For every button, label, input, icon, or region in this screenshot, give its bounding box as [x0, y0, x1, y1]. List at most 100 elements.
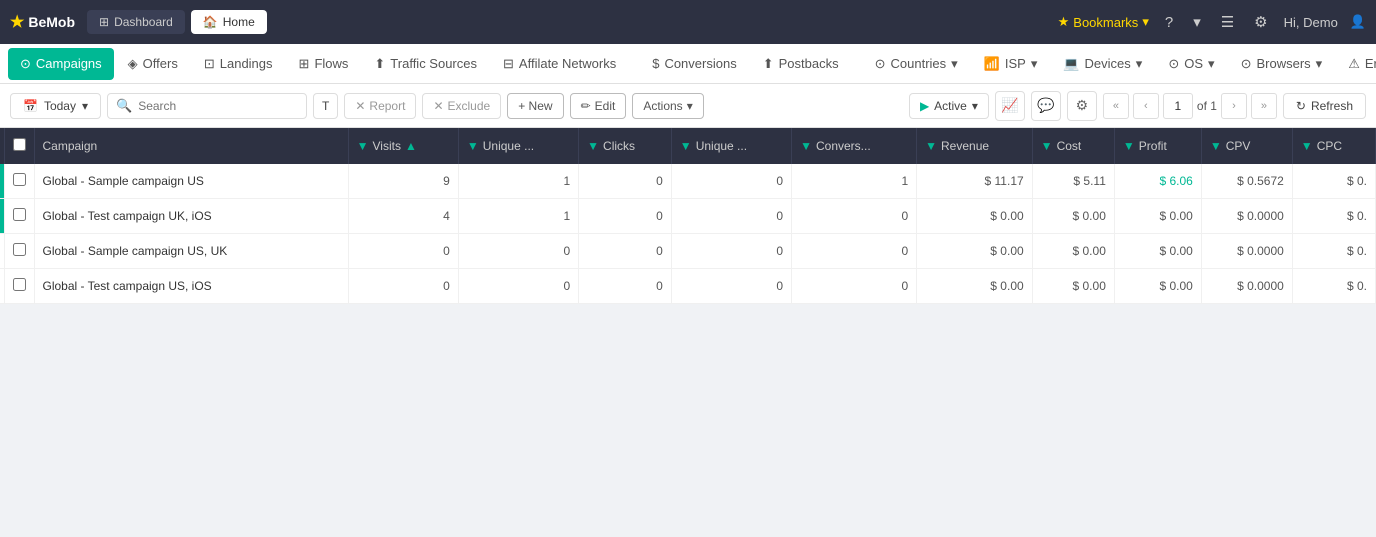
conversions-label: Conversions: [664, 56, 736, 71]
active-filter-button[interactable]: ▶ Active ▾: [909, 93, 989, 119]
cpv-cell: $ 0.0000: [1201, 199, 1292, 234]
sidebar-item-campaigns[interactable]: ⊙ Campaigns: [8, 48, 114, 80]
campaign-column-header[interactable]: Campaign: [34, 128, 348, 164]
conversions-cell: 1: [792, 164, 917, 199]
pagination: « ‹ of 1 › »: [1103, 93, 1277, 119]
toolbar: 📅 Today ▾ 🔍 T ✕ Report ✕ Exclude + New ✏…: [0, 84, 1376, 128]
clicks-column-header[interactable]: ▼ Clicks: [579, 128, 672, 164]
clicks-cell: 0: [579, 199, 672, 234]
next-page-button[interactable]: ›: [1221, 93, 1247, 119]
sidebar-item-conversions[interactable]: $ Conversions: [640, 48, 749, 79]
unique-visits-column-header[interactable]: ▼ Unique ...: [458, 128, 578, 164]
conversions-icon: $: [652, 56, 659, 71]
conversions-cell: 0: [792, 269, 917, 304]
sidebar-item-devices[interactable]: 💻 Devices ▾: [1051, 48, 1154, 80]
row-checkbox[interactable]: [13, 243, 26, 256]
clicks-cell: 0: [579, 234, 672, 269]
isp-label: ISP: [1005, 56, 1026, 71]
errors-icon: ⚠: [1348, 56, 1360, 72]
new-button[interactable]: + New: [507, 93, 563, 119]
table-row[interactable]: Global - Sample campaign US, UK00000$ 0.…: [0, 234, 1376, 269]
page-input[interactable]: [1163, 93, 1193, 119]
sidebar-item-errors[interactable]: ⚠ Errors: [1336, 48, 1376, 80]
exclude-label: Exclude: [448, 99, 491, 113]
affiliate-icon: ⊟: [503, 56, 514, 72]
menu-button[interactable]: ☰: [1217, 9, 1238, 35]
date-picker-button[interactable]: 📅 Today ▾: [10, 93, 101, 119]
visits-column-header[interactable]: ▼ Visits ▲: [348, 128, 458, 164]
report-button[interactable]: ✕ Report: [344, 93, 416, 119]
sidebar-item-traffic-sources[interactable]: ⬆ Traffic Sources: [362, 48, 489, 80]
profit-column-header[interactable]: ▼ Profit: [1114, 128, 1201, 164]
settings-columns-button[interactable]: ⚙: [1067, 91, 1097, 121]
bookmarks-button[interactable]: ★ Bookmarks ▾: [1058, 14, 1149, 30]
row-checkbox-cell[interactable]: [4, 234, 34, 269]
home-tab[interactable]: 🏠 Home: [191, 10, 267, 34]
sidebar-item-affiliate-networks[interactable]: ⊟ Affilate Networks: [491, 48, 628, 80]
cpc-column-header[interactable]: ▼ CPC: [1292, 128, 1375, 164]
help-button[interactable]: ?: [1161, 10, 1177, 35]
select-all-header[interactable]: [4, 128, 34, 164]
search-box: 🔍: [107, 93, 307, 119]
sidebar-item-os[interactable]: ⊙ OS ▾: [1156, 48, 1226, 80]
unique_visits-cell: 0: [458, 234, 578, 269]
devices-label: Devices: [1085, 56, 1131, 71]
profit-cell: $ 0.00: [1114, 234, 1201, 269]
table-row[interactable]: Global - Sample campaign US91001$ 11.17$…: [0, 164, 1376, 199]
offers-icon: ◈: [128, 56, 138, 72]
row-checkbox-cell[interactable]: [4, 164, 34, 199]
row-checkbox-cell[interactable]: [4, 199, 34, 234]
sidebar-item-browsers[interactable]: ⊙ Browsers ▾: [1229, 48, 1335, 80]
row-checkbox[interactable]: [13, 278, 26, 291]
cpc-cell: $ 0.: [1292, 199, 1375, 234]
table-row[interactable]: Global - Test campaign UK, iOS41000$ 0.0…: [0, 199, 1376, 234]
exclude-button[interactable]: ✕ Exclude: [422, 93, 501, 119]
unique-clicks-column-header[interactable]: ▼ Unique ...: [671, 128, 791, 164]
filter-icon-4: ▼: [680, 139, 692, 153]
first-page-button[interactable]: «: [1103, 93, 1129, 119]
revenue-column-header[interactable]: ▼ Revenue: [917, 128, 1033, 164]
notification-button[interactable]: ▾: [1189, 9, 1205, 35]
table-body: Global - Sample campaign US91001$ 11.17$…: [0, 164, 1376, 304]
prev-page-button[interactable]: ‹: [1133, 93, 1159, 119]
filter-button[interactable]: T: [313, 93, 338, 119]
sidebar-item-postbacks[interactable]: ⬆ Postbacks: [751, 48, 851, 80]
search-input[interactable]: [138, 99, 258, 113]
chart-button[interactable]: 📈: [995, 91, 1025, 121]
dashboard-tab[interactable]: ⊞ Dashboard: [87, 10, 185, 34]
select-all-checkbox[interactable]: [13, 138, 26, 151]
report-icon: ✕: [355, 99, 365, 113]
traffic-icon: ⬆: [374, 56, 385, 72]
unique_visits-cell: 1: [458, 199, 578, 234]
table-row[interactable]: Global - Test campaign US, iOS00000$ 0.0…: [0, 269, 1376, 304]
campaign-name-cell: Global - Sample campaign US: [34, 164, 348, 199]
landings-icon: ⊡: [204, 56, 215, 72]
sidebar-item-countries[interactable]: ⊙ Countries ▾: [863, 48, 970, 80]
sidebar-item-offers[interactable]: ◈ Offers: [116, 48, 190, 80]
cpc-label: CPC: [1317, 139, 1342, 153]
sidebar-item-flows[interactable]: ⊞ Flows: [287, 48, 361, 80]
edit-label: Edit: [595, 99, 616, 113]
cost-column-header[interactable]: ▼ Cost: [1032, 128, 1114, 164]
conversions-column-header[interactable]: ▼ Convers...: [792, 128, 917, 164]
actions-button[interactable]: Actions ▾: [632, 93, 703, 119]
sidebar-item-isp[interactable]: 📶 ISP ▾: [972, 48, 1050, 80]
row-checkbox[interactable]: [13, 208, 26, 221]
chevron-down-icon: ▾: [951, 56, 958, 72]
refresh-button[interactable]: ↻ Refresh: [1283, 93, 1366, 119]
message-button[interactable]: 💬: [1031, 91, 1061, 121]
filter-icon-2: ▼: [467, 139, 479, 153]
row-checkbox[interactable]: [13, 173, 26, 186]
postbacks-icon: ⬆: [763, 56, 774, 72]
sidebar-item-landings[interactable]: ⊡ Landings: [192, 48, 285, 80]
home-label: Home: [223, 15, 255, 29]
last-page-button[interactable]: »: [1251, 93, 1277, 119]
edit-button[interactable]: ✏ Edit: [570, 93, 627, 119]
table-header-row: Campaign ▼ Visits ▲ ▼ Unique ...: [0, 128, 1376, 164]
search-icon: 🔍: [116, 98, 132, 114]
filter-icon-5: ▼: [800, 139, 812, 153]
cpv-column-header[interactable]: ▼ CPV: [1201, 128, 1292, 164]
cpv-cell: $ 0.0000: [1201, 269, 1292, 304]
settings-button[interactable]: ⚙: [1250, 9, 1271, 35]
row-checkbox-cell[interactable]: [4, 269, 34, 304]
